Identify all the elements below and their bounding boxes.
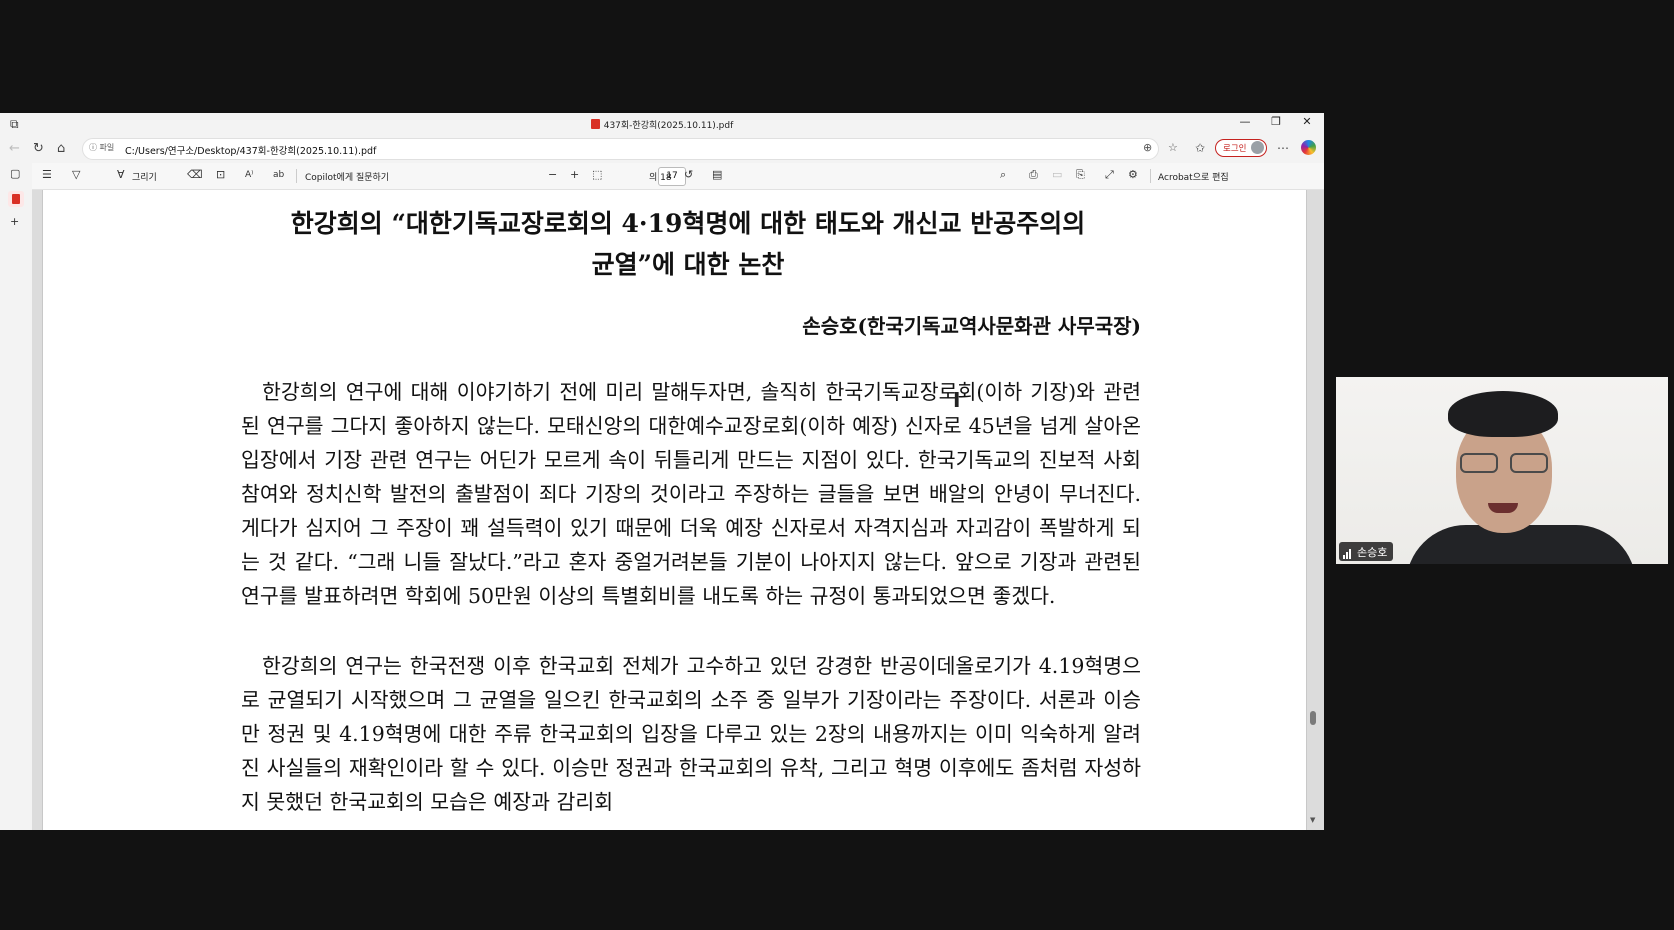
zoom-out-icon[interactable]: − (548, 168, 557, 181)
scroll-down-icon[interactable]: ▼ (1310, 816, 1315, 824)
zoom-in-icon[interactable]: + (570, 168, 579, 181)
fit-page-icon[interactable]: ⬚ (592, 168, 602, 181)
text-cursor-icon: I (953, 388, 961, 412)
draw-label[interactable]: 그리기 (132, 170, 157, 183)
text-box-icon[interactable]: ⊡ (216, 168, 225, 181)
copilot-ask-button[interactable]: Copilot에게 질문하기 (305, 170, 389, 183)
home-icon[interactable]: ⌂ (57, 141, 65, 156)
signal-bars-icon (1343, 546, 1352, 559)
highlight-icon[interactable]: ▽ (72, 168, 80, 181)
rotate-icon[interactable]: ↺ (684, 168, 693, 181)
pdf-file-icon (590, 119, 600, 129)
search-icon[interactable]: ⌕ (1000, 168, 1006, 182)
acrobat-edit-button[interactable]: Acrobat으로 편집 (1158, 170, 1229, 183)
fullscreen-icon[interactable]: ⤢ (1105, 168, 1114, 182)
print-icon[interactable]: ⎙ (1029, 168, 1038, 182)
settings-icon[interactable]: ⚙ (1128, 168, 1138, 181)
zoom-icon[interactable]: ⊕ (1143, 141, 1152, 154)
page-total: 의 18 (649, 173, 672, 183)
refresh-icon[interactable]: ↻ (33, 141, 44, 156)
title-bar: ⧉ 437회-한강희(2025.10.11).pdf — ❐ ✕ (0, 113, 1324, 135)
favorite-star-icon[interactable]: ☆ (1168, 141, 1178, 154)
copilot-icon[interactable] (1301, 140, 1316, 155)
participant-body (1406, 525, 1636, 564)
page-view-icon[interactable]: ▤ (712, 168, 722, 181)
login-label: 로그인 (1223, 144, 1247, 154)
draw-icon[interactable]: ∀ (117, 168, 125, 181)
pdf-tab-icon[interactable] (8, 191, 24, 207)
paragraph-1: 한강희의 연구에 대해 이야기하기 전에 미리 말해두자면, 솔직히 한국기독교… (241, 380, 1141, 608)
participant-hair (1448, 391, 1558, 437)
contents-icon[interactable]: ☰ (42, 168, 52, 181)
document-viewer[interactable]: 한강희의 “대한기독교장로회의 4·19혁명에 대한 태도와 개신교 반공주의의… (32, 190, 1324, 830)
title-line-1: 한강희의 “대한기독교장로회의 4·19혁명에 대한 태도와 개신교 반공주의의 (290, 209, 1086, 238)
restore-button[interactable]: ❐ (1261, 115, 1291, 128)
vertical-tab-sidebar: ▢ + (0, 163, 32, 830)
save-icon[interactable]: ▭ (1052, 168, 1062, 181)
address-bar[interactable]: ⓘ 파일 C:/Users/연구소/Desktop/437회-한강희(2025.… (82, 138, 1178, 160)
save-as-icon[interactable]: ⎘ (1076, 168, 1085, 182)
translate-icon[interactable]: ab (273, 170, 284, 180)
pdf-page: 한강희의 “대한기독교장로회의 4·19혁명에 대한 태도와 개신교 반공주의의… (42, 190, 1307, 830)
login-button[interactable]: 로그인 (1215, 139, 1267, 157)
document-title: 한강희의 “대한기독교장로회의 4·19혁명에 대한 태도와 개신교 반공주의의… (243, 203, 1133, 285)
erase-icon[interactable]: ⌫ (187, 168, 203, 181)
minimize-button[interactable]: — (1230, 115, 1260, 128)
back-icon[interactable]: ← (9, 141, 20, 156)
avatar-icon (1251, 141, 1264, 154)
webcam-video-tile: 손승호 (1336, 377, 1668, 564)
tab-actions-icon[interactable]: ▢ (10, 167, 20, 180)
favorites-icon[interactable]: ✩ (1195, 141, 1205, 155)
tab-title: 437회-한강희(2025.10.11).pdf (603, 121, 734, 131)
file-chip: ⓘ 파일 (89, 143, 115, 152)
close-button[interactable]: ✕ (1292, 115, 1322, 128)
participant-name: 손승호 (1357, 546, 1388, 559)
read-aloud-icon[interactable]: A⁾ (245, 170, 253, 180)
new-tab-icon[interactable]: + (10, 215, 19, 228)
title-line-2: 균열”에 대한 논찬 (591, 250, 785, 279)
tab-title-area[interactable]: 437회-한강희(2025.10.11).pdf (0, 118, 1324, 131)
scrollbar-thumb[interactable] (1310, 711, 1316, 725)
more-menu-icon[interactable]: ⋯ (1277, 141, 1289, 155)
url-text[interactable]: C:/Users/연구소/Desktop/437회-한강희(2025.10.11… (125, 143, 376, 157)
browser-window: ⧉ 437회-한강희(2025.10.11).pdf — ❐ ✕ ← ↻ ⌂ ⓘ… (0, 113, 1324, 830)
glasses-icon (1460, 453, 1548, 473)
paragraph-2: 한강희의 연구는 한국전쟁 이후 한국교회 전체가 고수하고 있던 강경한 반공… (241, 654, 1141, 814)
document-author: 손승호(한국기독교역사문화관 사무국장) (802, 314, 1141, 338)
address-row: ← ↻ ⌂ ⓘ 파일 C:/Users/연구소/Desktop/437회-한강희… (0, 135, 1324, 163)
pdf-toolbar: ☰ ▽ ∀ 그리기 ⌫ ⊡ A⁾ ab Copilot에게 질문하기 − + ⬚… (32, 163, 1324, 190)
participant-name-tag: 손승호 (1339, 542, 1394, 561)
